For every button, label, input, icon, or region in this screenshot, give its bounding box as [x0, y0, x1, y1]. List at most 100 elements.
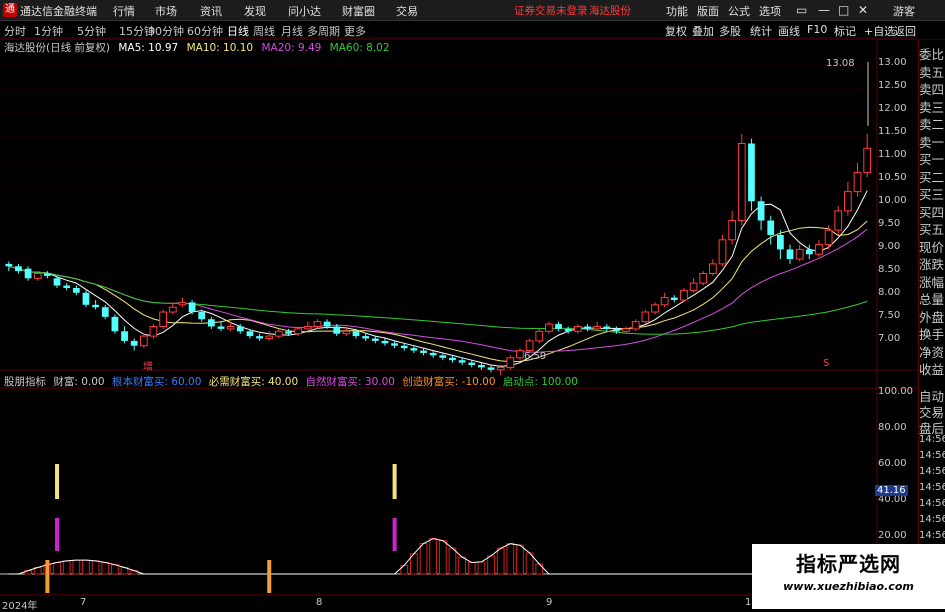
candle-body-up — [149, 325, 158, 337]
candle-body-down — [564, 328, 572, 332]
time-label: 7 — [80, 597, 87, 608]
ind-bar — [82, 559, 90, 575]
candle-body-up — [699, 273, 708, 284]
time-label: 8 — [316, 597, 323, 608]
quote-label: 总量 — [919, 292, 945, 307]
ind-tick: 80.00 — [878, 422, 907, 433]
magenta-marker — [392, 518, 397, 551]
ind-bar — [535, 563, 544, 575]
price-tick: 10.00 — [878, 195, 907, 206]
candle-body-up — [680, 289, 688, 301]
candle-body-up — [294, 328, 303, 335]
ind-bar — [419, 543, 428, 575]
candle-body-down — [391, 343, 398, 346]
candle-body-down — [478, 365, 485, 368]
price-tick: 12.00 — [878, 103, 907, 114]
quote-label: 卖二 — [919, 117, 945, 132]
candle-body-up — [728, 220, 737, 241]
trade-info-label: 14:56 — [919, 450, 945, 461]
quote-label: 卖一 — [919, 134, 945, 150]
candle-body-up — [168, 306, 177, 313]
candle-body-down — [786, 249, 794, 260]
candle-body-down — [757, 201, 765, 221]
candle-body-down — [198, 312, 206, 320]
candle-body-up — [834, 210, 843, 231]
price-tick: 11.50 — [878, 126, 907, 137]
candle-body-down — [487, 367, 495, 370]
candle-body-down — [121, 331, 128, 341]
quote-label: 买一 — [919, 152, 945, 167]
ma10-line — [8, 220, 868, 363]
candle-body-down — [362, 336, 370, 339]
price-tick: 9.50 — [878, 218, 901, 229]
ind-bar — [62, 560, 71, 575]
candle-body-down — [44, 273, 51, 276]
ind-bar — [496, 547, 505, 575]
candle-body-down — [92, 304, 99, 308]
trade-info-label: 14:56 — [919, 434, 945, 445]
candle-body-up — [313, 321, 322, 327]
quote-label: 卖四 — [919, 82, 945, 97]
candle-body-down — [805, 249, 813, 255]
candle-body-down — [256, 336, 263, 339]
price-tick: 12.50 — [878, 80, 907, 91]
candle-body-up — [342, 330, 351, 335]
current-value-badge: 41.16 — [875, 485, 908, 496]
orange-marker — [267, 560, 272, 593]
candle-body-down — [207, 319, 215, 327]
candle-body-up — [718, 239, 727, 265]
yellow-marker — [392, 464, 397, 499]
candle-body-up — [593, 325, 602, 330]
quote-label: 买二 — [919, 169, 945, 185]
candle-body-down — [63, 285, 71, 288]
candle-body-down — [449, 357, 456, 361]
trade-info-label: 14:56 — [919, 466, 945, 477]
candle-body-down — [439, 355, 447, 358]
quote-label: 净资 — [919, 344, 945, 360]
candle-body-up — [226, 325, 235, 330]
ind-bar — [429, 538, 438, 575]
ind-bar — [458, 556, 466, 575]
candle-body-up — [853, 171, 862, 193]
candle-body-down — [352, 331, 360, 337]
ind-bar — [448, 547, 457, 575]
candle-body-down — [333, 326, 341, 334]
quote-label: 现价 — [919, 239, 945, 255]
candle-body-down — [420, 350, 427, 353]
candle-body-down — [603, 326, 611, 329]
orange-marker — [45, 560, 50, 593]
quote-label: 买四 — [919, 204, 945, 220]
ind-tick: 100.00 — [878, 386, 913, 397]
candle-body-up — [651, 304, 659, 313]
watermark-url: www.xuezhibiao.com — [783, 580, 914, 593]
price-tick: 8.00 — [878, 287, 901, 298]
ind-bar — [438, 540, 447, 575]
candle-body-up — [303, 325, 312, 330]
candle-body-up — [689, 282, 698, 291]
candle-body-up — [795, 248, 804, 260]
quote-label: 涨跌 — [919, 257, 945, 272]
candle-body-down — [188, 302, 196, 313]
candle-body-down — [15, 266, 22, 272]
quote-label: 外盘 — [919, 309, 945, 325]
price-tick: 8.50 — [878, 264, 901, 275]
ind-bar — [477, 561, 486, 575]
candle-body-up — [274, 330, 283, 337]
candle-body-up — [622, 328, 630, 332]
watermark-title: 指标严选网 — [796, 552, 901, 576]
candle-body-down — [410, 348, 418, 351]
kline-chart[interactable] — [0, 0, 945, 609]
candle-body-down — [371, 338, 379, 341]
low-price-label: 6.59 — [524, 351, 547, 362]
candle-body-down — [458, 360, 466, 363]
ind-line — [8, 538, 868, 575]
candle-body-down — [748, 143, 755, 202]
candle-body-up — [33, 273, 42, 279]
quote-label: 涨幅 — [919, 274, 945, 290]
candle-body-down — [381, 340, 389, 344]
price-tick: 10.50 — [878, 172, 907, 183]
quote-label: 换手 — [919, 327, 945, 342]
ind-bar — [91, 560, 100, 575]
mark-zeng: 增 — [143, 362, 153, 373]
ind-bar — [487, 555, 495, 575]
